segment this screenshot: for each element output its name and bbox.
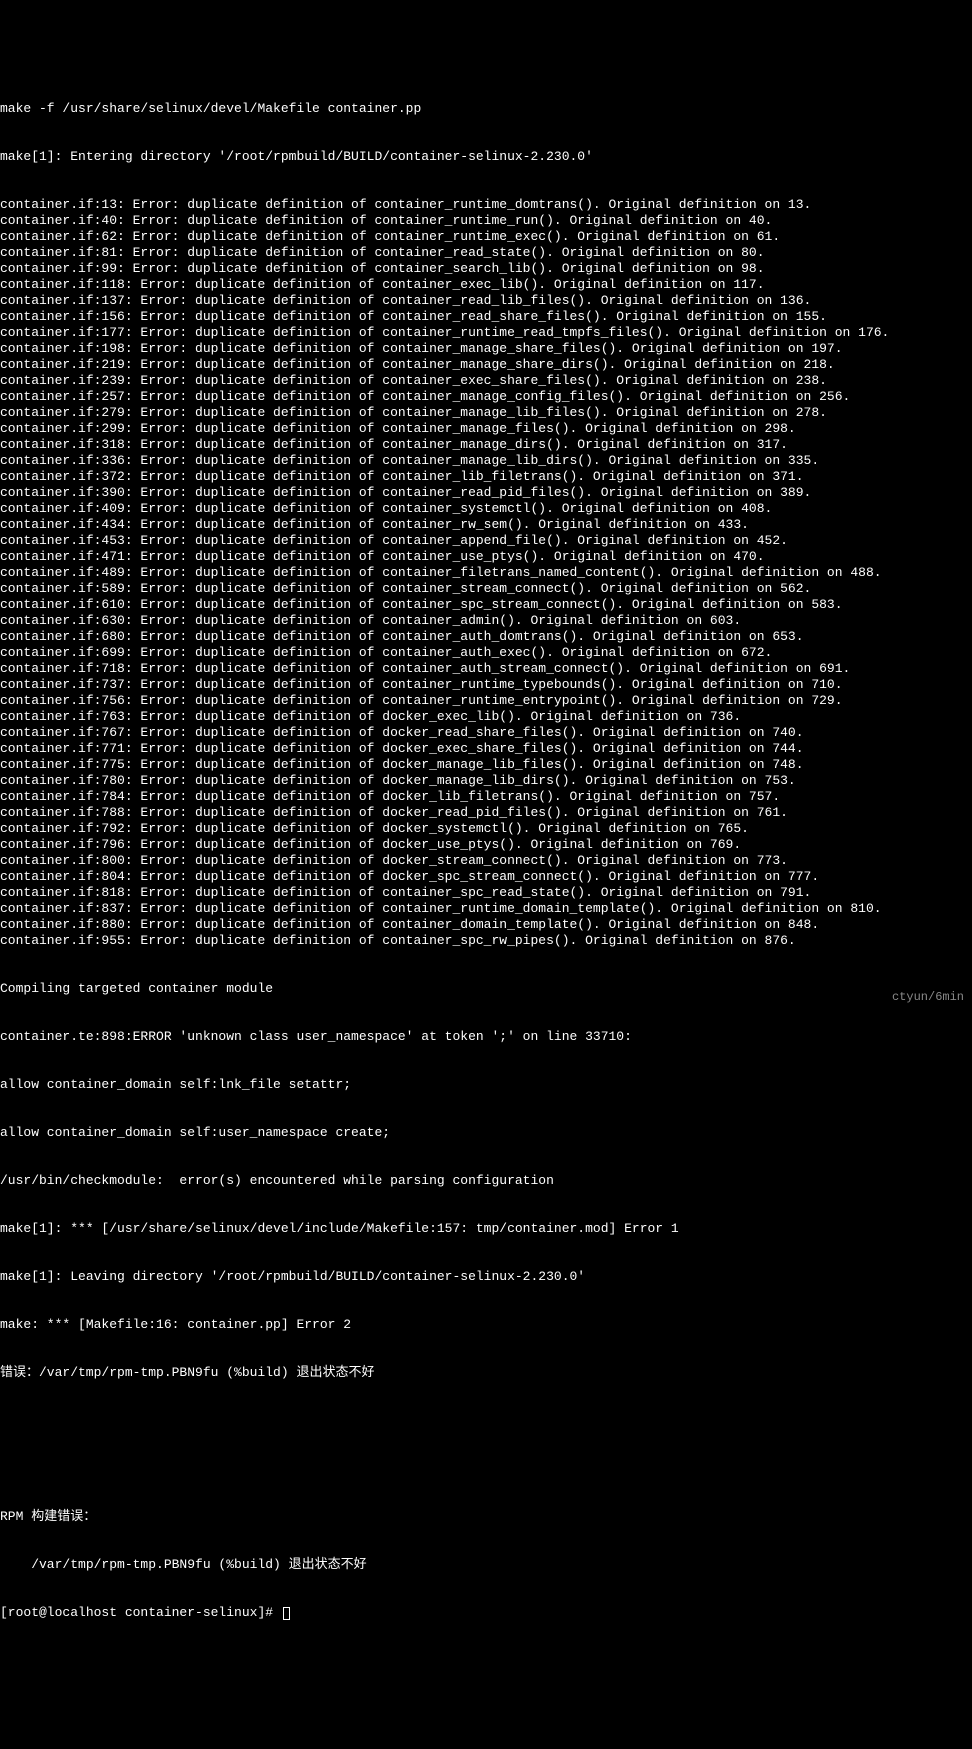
command-line: make -f /usr/share/selinux/devel/Makefil… xyxy=(0,101,972,117)
error-line: container.if:156: Error: duplicate defin… xyxy=(0,309,972,325)
error-line: container.if:471: Error: duplicate defin… xyxy=(0,549,972,565)
error-line: container.if:279: Error: duplicate defin… xyxy=(0,405,972,421)
watermark: ctyun/6min xyxy=(892,989,964,1005)
error-line: container.if:800: Error: duplicate defin… xyxy=(0,853,972,869)
error-line: container.if:40: Error: duplicate defini… xyxy=(0,213,972,229)
error-line: container.if:318: Error: duplicate defin… xyxy=(0,437,972,453)
error-line: container.if:737: Error: duplicate defin… xyxy=(0,677,972,693)
error-list: container.if:13: Error: duplicate defini… xyxy=(0,197,972,949)
allow-rule-2: allow container_domain self:user_namespa… xyxy=(0,1125,972,1141)
error-line: container.if:489: Error: duplicate defin… xyxy=(0,565,972,581)
make-error: make: *** [Makefile:16: container.pp] Er… xyxy=(0,1317,972,1333)
error-line: container.if:198: Error: duplicate defin… xyxy=(0,341,972,357)
error-line: container.if:434: Error: duplicate defin… xyxy=(0,517,972,533)
error-line: container.if:718: Error: duplicate defin… xyxy=(0,661,972,677)
error-line: container.if:239: Error: duplicate defin… xyxy=(0,373,972,389)
blank-line xyxy=(0,1413,972,1429)
allow-rule-1: allow container_domain self:lnk_file set… xyxy=(0,1077,972,1093)
error-line: container.if:257: Error: duplicate defin… xyxy=(0,389,972,405)
rpm-build-error-detail: /var/tmp/rpm-tmp.PBN9fu (%build) 退出状态不好 xyxy=(0,1557,972,1573)
error-line: container.if:837: Error: duplicate defin… xyxy=(0,901,972,917)
error-line: container.if:818: Error: duplicate defin… xyxy=(0,885,972,901)
error-line: container.if:767: Error: duplicate defin… xyxy=(0,725,972,741)
terminal-output[interactable]: make -f /usr/share/selinux/devel/Makefil… xyxy=(0,64,972,1637)
error-line: container.if:955: Error: duplicate defin… xyxy=(0,933,972,949)
error-line: container.if:118: Error: duplicate defin… xyxy=(0,277,972,293)
error-line: container.if:589: Error: duplicate defin… xyxy=(0,581,972,597)
shell-prompt: [root@localhost container-selinux]# xyxy=(0,1605,281,1621)
checkmodule-error: /usr/bin/checkmodule: error(s) encounter… xyxy=(0,1173,972,1189)
error-line: container.if:177: Error: duplicate defin… xyxy=(0,325,972,341)
compiling-msg: Compiling targeted container module xyxy=(0,981,972,997)
error-line: container.if:880: Error: duplicate defin… xyxy=(0,917,972,933)
make-leave-dir: make[1]: Leaving directory '/root/rpmbui… xyxy=(0,1269,972,1285)
error-line: container.if:630: Error: duplicate defin… xyxy=(0,613,972,629)
error-line: container.if:336: Error: duplicate defin… xyxy=(0,453,972,469)
error-line: container.if:775: Error: duplicate defin… xyxy=(0,757,972,773)
error-line: container.if:699: Error: duplicate defin… xyxy=(0,645,972,661)
error-cn: 错误：/var/tmp/rpm-tmp.PBN9fu (%build) 退出状态… xyxy=(0,1365,972,1381)
error-line: container.if:99: Error: duplicate defini… xyxy=(0,261,972,277)
error-line: container.if:756: Error: duplicate defin… xyxy=(0,693,972,709)
error-line: container.if:680: Error: duplicate defin… xyxy=(0,629,972,645)
shell-prompt-line[interactable]: [root@localhost container-selinux]# xyxy=(0,1605,972,1621)
error-line: container.if:299: Error: duplicate defin… xyxy=(0,421,972,437)
te-error: container.te:898:ERROR 'unknown class us… xyxy=(0,1029,972,1045)
error-line: container.if:804: Error: duplicate defin… xyxy=(0,869,972,885)
error-line: container.if:409: Error: duplicate defin… xyxy=(0,501,972,517)
rpm-build-error-header: RPM 构建错误： xyxy=(0,1509,972,1525)
error-line: container.if:390: Error: duplicate defin… xyxy=(0,485,972,501)
error-line: container.if:62: Error: duplicate defini… xyxy=(0,229,972,245)
error-line: container.if:81: Error: duplicate defini… xyxy=(0,245,972,261)
error-line: container.if:792: Error: duplicate defin… xyxy=(0,821,972,837)
error-line: container.if:771: Error: duplicate defin… xyxy=(0,741,972,757)
make-enter-dir: make[1]: Entering directory '/root/rpmbu… xyxy=(0,149,972,165)
error-line: container.if:784: Error: duplicate defin… xyxy=(0,789,972,805)
error-line: container.if:610: Error: duplicate defin… xyxy=(0,597,972,613)
error-line: container.if:219: Error: duplicate defin… xyxy=(0,357,972,373)
error-line: container.if:13: Error: duplicate defini… xyxy=(0,197,972,213)
error-line: container.if:780: Error: duplicate defin… xyxy=(0,773,972,789)
error-line: container.if:372: Error: duplicate defin… xyxy=(0,469,972,485)
blank-line xyxy=(0,1461,972,1477)
error-line: container.if:763: Error: duplicate defin… xyxy=(0,709,972,725)
make1-error: make[1]: *** [/usr/share/selinux/devel/i… xyxy=(0,1221,972,1237)
error-line: container.if:788: Error: duplicate defin… xyxy=(0,805,972,821)
error-line: container.if:796: Error: duplicate defin… xyxy=(0,837,972,853)
cursor-icon xyxy=(283,1607,290,1620)
error-line: container.if:137: Error: duplicate defin… xyxy=(0,293,972,309)
error-line: container.if:453: Error: duplicate defin… xyxy=(0,533,972,549)
